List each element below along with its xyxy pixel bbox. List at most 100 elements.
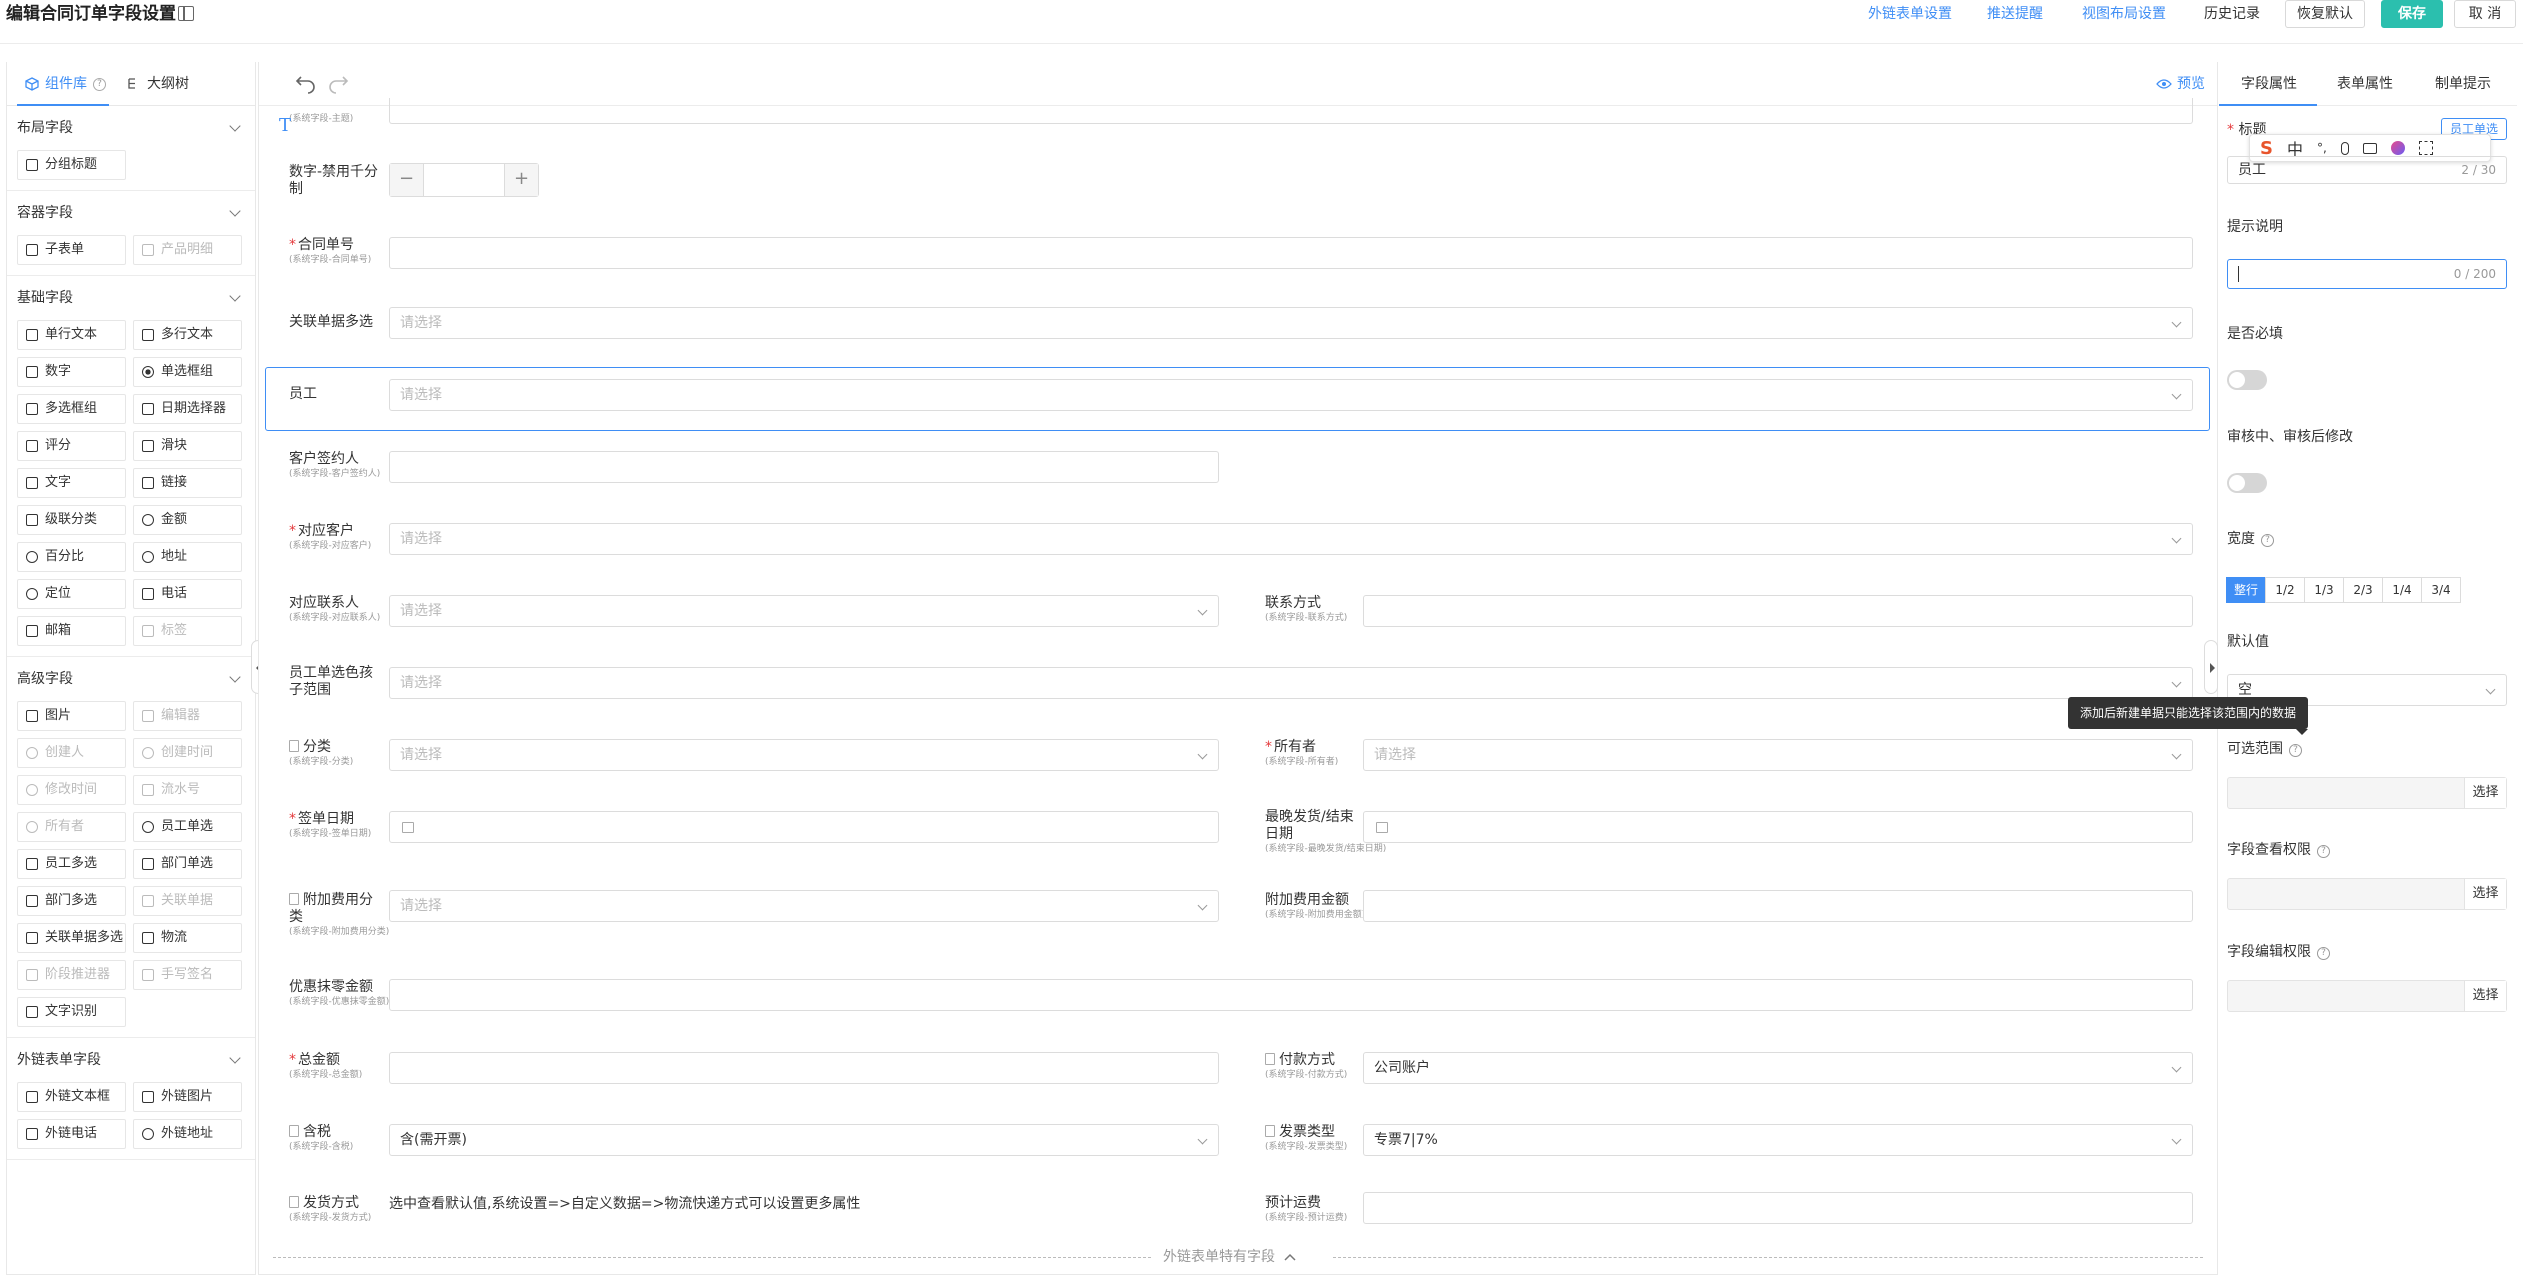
component-item[interactable]: 级联分类 [17,505,126,535]
help-icon[interactable]: ? [2289,744,2302,757]
component-item[interactable]: 员工单选 [133,812,242,842]
section-header[interactable]: 高级字段 [7,657,255,701]
history-link[interactable]: 历史记录 [2204,4,2260,24]
number-stepper[interactable]: − + [389,163,539,197]
help-icon[interactable]: ? [2317,947,2330,960]
tax-select[interactable]: 含(需开票) [389,1124,1219,1156]
customer-signer-input[interactable] [389,451,1219,483]
freight-input[interactable] [1363,1192,2193,1224]
section-header[interactable]: 布局字段 [7,106,255,150]
contact-method-input[interactable] [1363,595,2193,627]
required-toggle[interactable] [2227,370,2267,390]
section-header[interactable]: 基础字段 [7,276,255,320]
component-item[interactable]: 链接 [133,468,242,498]
push-reminder-link[interactable]: 推送提醒 [1987,4,2043,24]
section-header[interactable]: 容器字段 [7,191,255,235]
view-layout-settings-link[interactable]: 视图布局设置 [2082,4,2166,24]
component-item[interactable]: 单选框组 [133,357,242,387]
width-option-button[interactable]: 1/2 [2265,577,2305,603]
employee-color-select[interactable]: 请选择 [389,667,2193,699]
subject-input[interactable] [389,98,2193,124]
pay-method-select[interactable]: 公司账户 [1363,1052,2193,1084]
owner-select[interactable]: 请选择 [1363,739,2193,771]
external-form-settings-link[interactable]: 外链表单设置 [1868,4,1952,24]
tab-field-properties[interactable]: 字段属性 [2241,74,2297,94]
component-item[interactable]: 图片 [17,701,126,731]
help-icon[interactable]: ? [2317,845,2330,858]
width-option-button[interactable]: 整行 [2226,577,2266,603]
external-fields-divider[interactable]: 外链表单特有字段 [273,1247,2203,1269]
audit-edit-toggle[interactable] [2227,473,2267,493]
edit-permission-picker[interactable]: 选择 [2227,980,2507,1012]
preview-button[interactable]: 预览 [2156,74,2205,94]
restore-default-button[interactable]: 恢复默认 [2285,0,2365,28]
component-item[interactable]: 外链文本框 [17,1082,126,1112]
cancel-button[interactable]: 取 消 [2454,0,2516,28]
contact-select[interactable]: 请选择 [389,595,1219,627]
component-item[interactable]: 外链地址 [133,1119,242,1149]
component-item[interactable]: 百分比 [17,542,126,572]
minus-button[interactable]: − [390,164,424,196]
ship-end-picker[interactable] [1363,811,2193,843]
component-item[interactable]: 文字 [17,468,126,498]
component-item[interactable]: 邮箱 [17,616,126,646]
layout-icon[interactable] [178,6,194,21]
component-item[interactable]: 定位 [17,579,126,609]
contract-no-input[interactable] [389,237,2193,269]
component-item[interactable]: 金额 [133,505,242,535]
width-option-button[interactable]: 1/4 [2382,577,2422,603]
component-item[interactable]: 部门多选 [17,886,126,916]
component-item[interactable]: 文字识别 [17,997,126,1027]
divider-label[interactable]: 外链表单特有字段 [1157,1247,1303,1267]
view-permission-picker[interactable]: 选择 [2227,878,2507,910]
component-item[interactable]: 多选框组 [17,394,126,424]
employee-select[interactable]: 请选择 [389,379,2193,411]
component-item[interactable]: 电话 [133,579,242,609]
width-option-button[interactable]: 2/3 [2343,577,2383,603]
total-input[interactable] [389,1052,1219,1084]
extra-category-select[interactable]: 请选择 [389,890,1219,922]
component-item[interactable]: 物流 [133,923,242,953]
collapse-right-handle[interactable] [2204,640,2218,694]
help-icon[interactable]: ? [93,77,106,91]
section-header[interactable]: 外链表单字段 [7,1038,255,1082]
component-item[interactable]: 外链图片 [133,1082,242,1112]
customer-select[interactable]: 请选择 [389,523,2193,555]
view-permission-pick-button[interactable]: 选择 [2464,879,2506,909]
component-item[interactable]: 分组标题 [17,150,126,180]
component-item[interactable]: 数字 [17,357,126,387]
discount-input[interactable] [389,979,2193,1011]
help-icon[interactable]: ? [2261,534,2274,547]
component-item[interactable]: 单行文本 [17,320,126,350]
category-select[interactable]: 请选择 [389,739,1219,771]
component-item[interactable]: 日期选择器 [133,394,242,424]
component-item[interactable]: 员工多选 [17,849,126,879]
component-item[interactable]: 评分 [17,431,126,461]
component-item[interactable]: 多行文本 [133,320,242,350]
component-item[interactable]: 关联单据多选 [17,923,126,953]
width-option-button[interactable]: 3/4 [2421,577,2461,603]
range-pick-button[interactable]: 选择 [2464,778,2506,808]
tab-outline[interactable]: 大纲树 [127,74,189,94]
related-multi-select[interactable]: 请选择 [389,307,2193,339]
component-item[interactable]: 地址 [133,542,242,572]
tab-components[interactable]: 组件库 ? [25,74,106,94]
save-button[interactable]: 保存 [2381,0,2443,28]
range-picker[interactable]: 选择 [2227,777,2507,809]
extra-amount-input[interactable] [1363,890,2193,922]
redo-icon[interactable] [327,74,349,94]
component-item[interactable]: 滑块 [133,431,242,461]
component-item[interactable]: 外链电话 [17,1119,126,1149]
sign-date-picker[interactable] [389,811,1219,843]
hint-input[interactable]: 0 / 200 [2227,259,2507,289]
edit-permission-pick-button[interactable]: 选择 [2464,981,2506,1011]
plus-button[interactable]: + [504,164,538,196]
undo-icon[interactable] [295,74,317,94]
component-item[interactable]: 部门单选 [133,849,242,879]
title-input[interactable]: 员工 2 / 30 [2227,156,2507,184]
component-item[interactable]: 子表单 [17,235,126,265]
invoice-type-select[interactable]: 专票7|7% [1363,1124,2193,1156]
width-option-button[interactable]: 1/3 [2304,577,2344,603]
tab-form-properties[interactable]: 表单属性 [2337,74,2393,94]
tab-form-tips[interactable]: 制单提示 [2435,74,2491,94]
